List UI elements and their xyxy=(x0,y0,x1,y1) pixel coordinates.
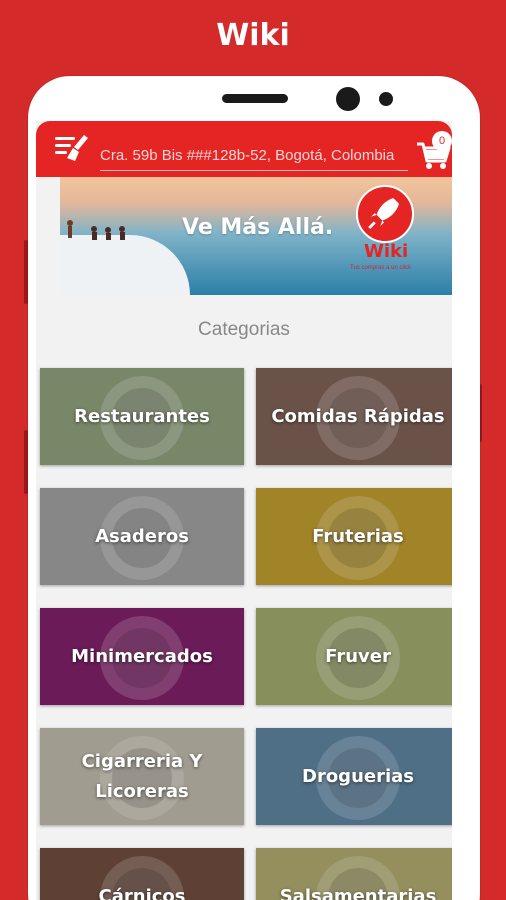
banner-rocks xyxy=(60,235,190,295)
phone-sensor xyxy=(379,92,393,106)
banner-tagline: Tus compras a un click xyxy=(350,265,412,271)
category-label: Comidas Rápidas xyxy=(271,405,445,427)
category-tile[interactable]: Salsamentarias xyxy=(256,848,452,900)
address-input[interactable]: Cra. 59b Bis ###128b-52, Bogotá, Colombi… xyxy=(100,145,408,171)
menu-broom-icon[interactable] xyxy=(54,133,92,163)
app-bar: Cra. 59b Bis ###128b-52, Bogotá, Colombi… xyxy=(36,121,452,177)
rocket-icon xyxy=(368,198,399,229)
category-tile[interactable]: Droguerias xyxy=(256,728,452,825)
category-label: Restaurantes xyxy=(74,405,210,427)
category-label: Droguerias xyxy=(302,765,414,787)
category-tile[interactable]: Restaurantes xyxy=(40,368,244,465)
category-label: Cárnicos xyxy=(98,885,186,900)
banner-slogan: Ve Más Allá. xyxy=(182,215,334,240)
categories-title: Categorias xyxy=(198,319,290,340)
banner-logo-text: Wiki xyxy=(364,241,409,262)
category-label: Asaderos xyxy=(95,525,189,547)
phone-camera xyxy=(336,87,360,111)
category-label: Cigarreria Y Licoreras xyxy=(81,750,203,802)
category-label: Fruver xyxy=(325,645,391,667)
phone-speaker xyxy=(222,94,288,103)
phone-frame: Cra. 59b Bis ###128b-52, Bogotá, Colombi… xyxy=(28,76,480,900)
cart-count-badge: 0 xyxy=(432,131,452,151)
category-tile[interactable]: Minimercados xyxy=(40,608,244,705)
category-label: Fruterias xyxy=(312,525,404,547)
category-tile[interactable]: Asaderos xyxy=(40,488,244,585)
category-tile[interactable]: Cigarreria Y Licoreras xyxy=(40,728,244,825)
category-tile[interactable]: Cárnicos xyxy=(40,848,244,900)
category-label: Minimercados xyxy=(71,645,213,667)
category-label: Salsamentarias xyxy=(279,885,437,900)
category-tile[interactable]: Comidas Rápidas xyxy=(256,368,452,465)
banner-people-illustration xyxy=(67,220,125,240)
category-tile[interactable]: Fruterias xyxy=(256,488,452,585)
promo-title: Wiki xyxy=(216,18,290,53)
category-tile[interactable]: Fruver xyxy=(256,608,452,705)
wiki-logo xyxy=(356,185,414,243)
app-screen: Cra. 59b Bis ###128b-52, Bogotá, Colombi… xyxy=(36,121,452,900)
promo-banner[interactable]: Ve Más Allá. Wiki Tus compras a un click xyxy=(60,177,452,295)
